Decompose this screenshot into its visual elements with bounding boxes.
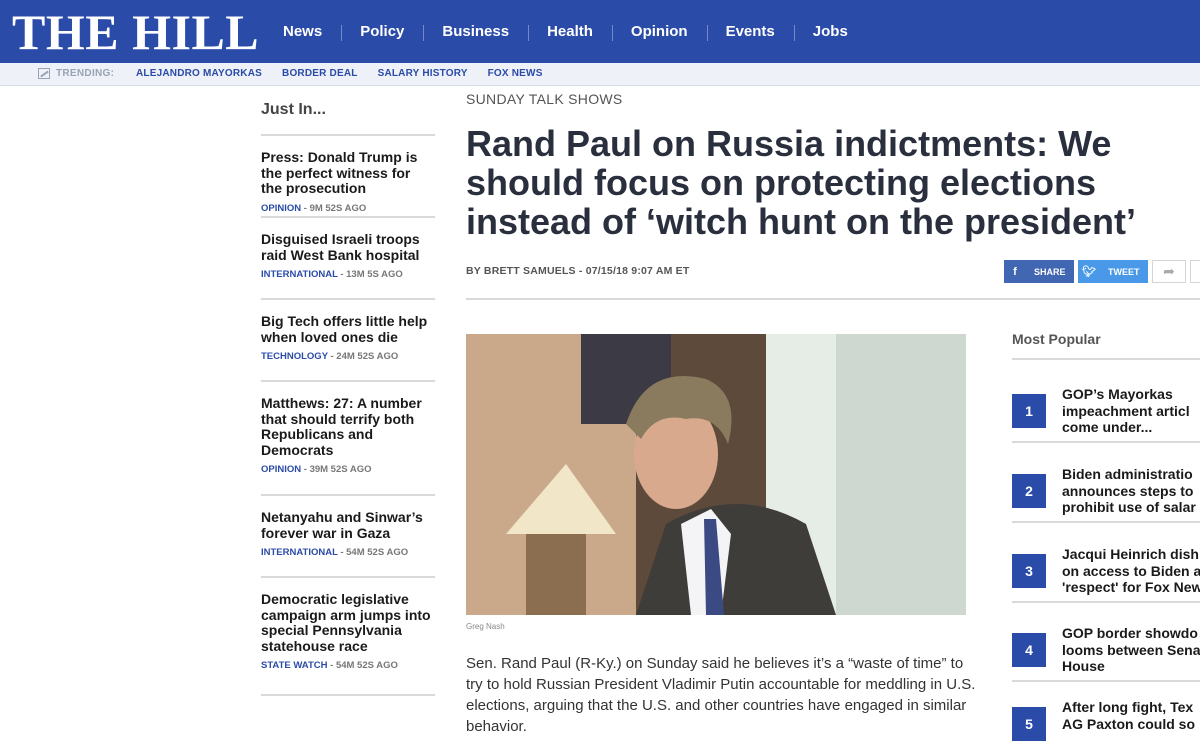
more-share-button[interactable] (1190, 260, 1200, 283)
timestamp: - 13M 5S AGO (337, 269, 403, 281)
tweet-label: TWEET (1108, 266, 1140, 277)
most-popular-heading: Most Popular (1012, 331, 1101, 347)
rank-badge: 3 (1012, 554, 1046, 588)
article-byline: BY BRETT SAMUELS - 07/15/18 9:07 AM ET (466, 265, 690, 277)
trending-links: ALEJANDRO MAYORKAS BORDER DEAL SALARY HI… (136, 68, 563, 79)
article-section-kicker[interactable]: SUNDAY TALK SHOWS (466, 91, 623, 107)
share-label: SHARE (1034, 266, 1066, 277)
just-in-item-meta: TECHNOLOGY - 24M 52S AGO (261, 351, 435, 362)
trending-label: TRENDING: (56, 68, 115, 79)
just-in-item: Press: Donald Trump is the perfect witne… (261, 136, 435, 218)
byline-divider (466, 298, 1200, 300)
forward-share-icon[interactable]: ➦ (1152, 260, 1186, 283)
facebook-share-button[interactable]: f SHARE (1004, 260, 1074, 283)
most-popular-item[interactable]: 4 GOP border showdo looms between Sena H… (1012, 605, 1200, 682)
most-popular-title[interactable]: GOP border showdo looms between Sena Hou… (1062, 625, 1200, 675)
nav-health[interactable]: Health (528, 23, 612, 41)
just-in-item-title[interactable]: Disguised Israeli troops raid West Bank … (261, 231, 435, 263)
timestamp: - 9M 52S AGO (301, 202, 367, 214)
article-body-paragraph: Sen. Rand Paul (R-Ky.) on Sunday said he… (466, 655, 976, 735)
timestamp: - 54M 52S AGO (327, 660, 398, 672)
just-in-item-title[interactable]: Press: Donald Trump is the perfect witne… (261, 149, 435, 197)
trending-chart-icon (38, 68, 50, 79)
headline-line: should focus on protecting elections (466, 162, 1097, 203)
category-link[interactable]: TECHNOLOGY (261, 351, 328, 362)
category-link[interactable]: STATE WATCH (261, 660, 328, 671)
photo-credit: Greg Nash (466, 622, 505, 631)
category-link[interactable]: OPINION (261, 203, 301, 214)
nav-business[interactable]: Business (423, 23, 528, 41)
just-in-item: Netanyahu and Sinwar’s forever war in Ga… (261, 496, 435, 578)
timestamp: - 54M 52S AGO (337, 547, 409, 559)
just-in-item-meta: OPINION - 9M 52S AGO (261, 203, 435, 214)
most-popular-title[interactable]: Jacqui Heinrich dish on access to Biden … (1062, 546, 1200, 596)
most-popular-title[interactable]: After long fight, Tex AG Paxton could so (1062, 699, 1200, 732)
most-popular-title[interactable]: GOP’s Mayorkas impeachment articl come u… (1062, 386, 1200, 436)
article-headline: Rand Paul on Russia indictments: We shou… (466, 124, 1200, 241)
nav-news[interactable]: News (264, 23, 341, 40)
rank-badge: 4 (1012, 633, 1046, 667)
just-in-item-meta: INTERNATIONAL - 54M 52S AGO (261, 547, 435, 558)
trending-link[interactable]: ALEJANDRO MAYORKAS (136, 68, 262, 79)
most-popular-divider (1012, 358, 1200, 360)
most-popular-item[interactable]: 2 Biden administratio announces steps to… (1012, 446, 1200, 523)
nav-policy[interactable]: Policy (341, 23, 423, 41)
nav-opinion[interactable]: Opinion (611, 23, 707, 41)
timestamp: - 39M 52S AGO (301, 464, 372, 476)
just-in-item-title[interactable]: Matthews: 27: A number that should terri… (261, 395, 435, 458)
rank-badge: 5 (1012, 707, 1046, 741)
just-in-item-title[interactable]: Netanyahu and Sinwar’s forever war in Ga… (261, 509, 435, 541)
trending-link[interactable]: SALARY HISTORY (378, 68, 468, 79)
headline-line: instead of ‘witch hunt on the president’ (466, 201, 1137, 242)
trending-bar: TRENDING: ALEJANDRO MAYORKAS BORDER DEAL… (0, 63, 1200, 86)
just-in-item-meta: OPINION - 39M 52S AGO (261, 464, 435, 475)
just-in-item: Matthews: 27: A number that should terri… (261, 382, 435, 496)
just-in-sidebar: Just In... Press: Donald Trump is the pe… (261, 100, 435, 696)
most-popular-item[interactable]: 1 GOP’s Mayorkas impeachment articl come… (1012, 366, 1200, 443)
just-in-heading: Just In... (261, 100, 435, 136)
headline-line: Rand Paul on Russia indictments: We (466, 123, 1112, 164)
top-navigation-bar: THE HILL News Policy Business Health Opi… (0, 0, 1200, 63)
most-popular-title[interactable]: Biden administratio announces steps to p… (1062, 466, 1200, 516)
just-in-item-meta: STATE WATCH - 54M 52S AGO (261, 660, 435, 671)
twitter-share-button[interactable]: 🐦︎ TWEET (1078, 260, 1148, 283)
category-link[interactable]: INTERNATIONAL (261, 269, 338, 280)
rank-badge: 2 (1012, 474, 1046, 508)
rank-badge: 1 (1012, 394, 1046, 428)
nav-events[interactable]: Events (706, 23, 794, 41)
twitter-bird-icon: 🐦︎ (1082, 266, 1096, 278)
article-photo (466, 334, 966, 615)
category-link[interactable]: INTERNATIONAL (261, 547, 338, 558)
main-nav: News Policy Business Health Opinion Even… (264, 0, 867, 63)
just-in-item-title[interactable]: Democratic legislative campaign arm jump… (261, 591, 435, 654)
facebook-icon: f (1013, 265, 1017, 278)
most-popular-item[interactable]: 5 After long fight, Tex AG Paxton could … (1012, 685, 1200, 741)
article-photo-illustration (466, 334, 966, 615)
just-in-item: Disguised Israeli troops raid West Bank … (261, 218, 435, 300)
site-logo[interactable]: THE HILL (12, 6, 259, 58)
category-link[interactable]: OPINION (261, 464, 301, 475)
timestamp: - 24M 52S AGO (327, 351, 399, 363)
trending-link[interactable]: FOX NEWS (488, 68, 543, 79)
just-in-item: Big Tech offers little help when loved o… (261, 300, 435, 382)
just-in-item-meta: INTERNATIONAL - 13M 5S AGO (261, 269, 435, 280)
most-popular-item[interactable]: 3 Jacqui Heinrich dish on access to Bide… (1012, 526, 1200, 603)
nav-jobs[interactable]: Jobs (793, 23, 867, 41)
trending-link[interactable]: BORDER DEAL (282, 68, 358, 79)
just-in-item: Democratic legislative campaign arm jump… (261, 578, 435, 696)
just-in-item-title[interactable]: Big Tech offers little help when loved o… (261, 313, 435, 345)
